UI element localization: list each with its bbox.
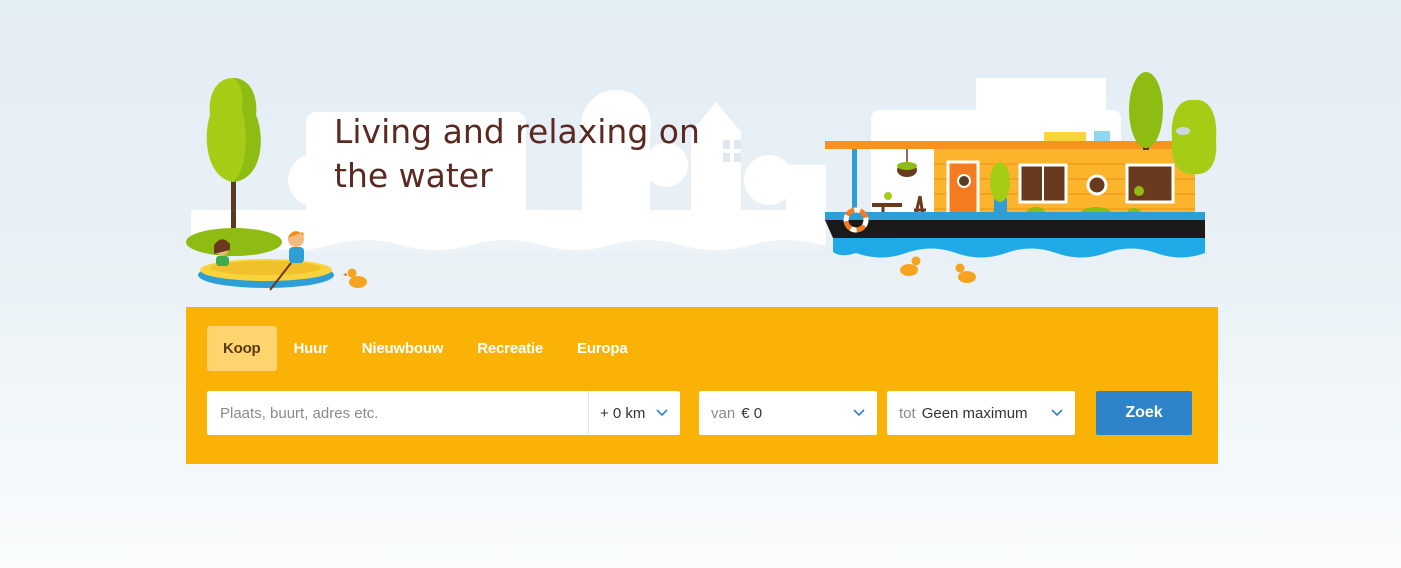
radius-value: + 0 km: [600, 404, 646, 422]
location-search-input[interactable]: [207, 391, 588, 435]
tab-recreatie[interactable]: Recreatie: [460, 326, 560, 371]
price-from-prefix: van: [711, 404, 736, 422]
search-panel: Koop Huur Nieuwbouw Recreatie Europa + 0…: [186, 307, 1218, 464]
price-from-select[interactable]: van € 0: [699, 391, 877, 435]
page-headline: Living and relaxing on the water: [334, 112, 700, 195]
tab-koop[interactable]: Koop: [207, 326, 277, 371]
search-type-tabs: Koop Huur Nieuwbouw Recreatie Europa: [207, 326, 645, 371]
tab-nieuwbouw[interactable]: Nieuwbouw: [345, 326, 461, 371]
tab-europa[interactable]: Europa: [560, 326, 644, 371]
radius-select[interactable]: + 0 km: [588, 391, 680, 435]
price-to-select[interactable]: tot Geen maximum: [887, 391, 1075, 435]
chevron-down-icon: [656, 409, 668, 417]
search-submit-button[interactable]: Zoek: [1096, 391, 1192, 435]
price-to-prefix: tot: [899, 404, 916, 422]
chevron-down-icon: [853, 409, 865, 417]
chevron-down-icon: [1051, 409, 1063, 417]
price-from-value: € 0: [741, 404, 763, 422]
tab-huur[interactable]: Huur: [277, 326, 345, 371]
price-to-value: Geen maximum: [921, 404, 1028, 422]
